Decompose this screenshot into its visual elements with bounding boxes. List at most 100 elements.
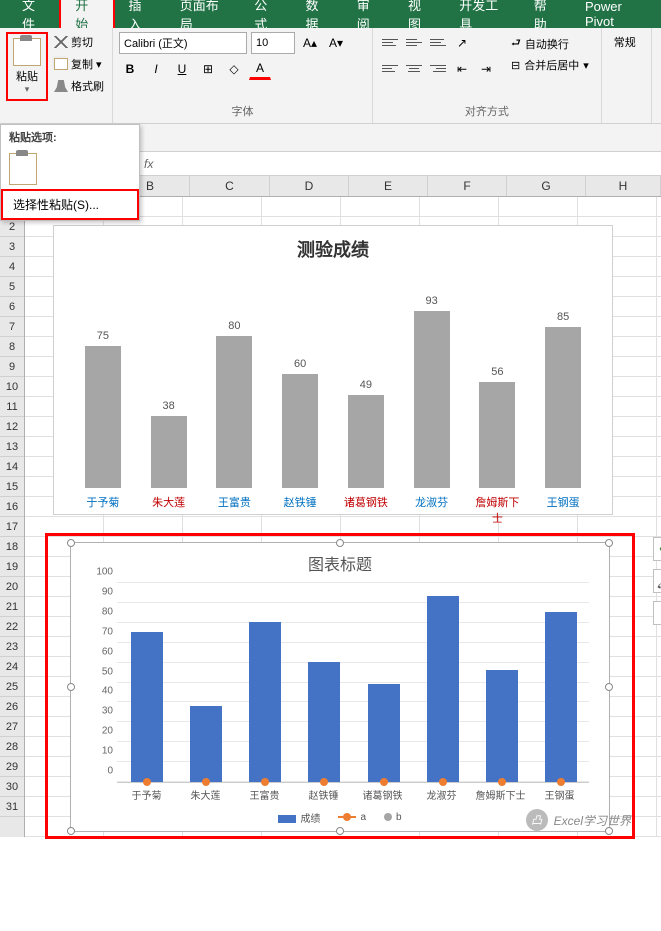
chart2-bar — [368, 684, 400, 782]
row-header[interactable]: 9 — [0, 357, 24, 377]
resize-handle[interactable] — [336, 539, 344, 547]
row-header[interactable]: 13 — [0, 437, 24, 457]
chart1-category-label: 王富贵 — [208, 494, 260, 526]
font-name-select[interactable] — [119, 32, 247, 54]
cell-grid[interactable]: 测验成绩 7538806049935685 于予菊朱大莲王富贵赵铁锤诸葛钢铁龙淑… — [25, 197, 661, 837]
align-middle-button[interactable] — [403, 32, 425, 52]
wrap-text-button[interactable]: ⮐ 自动换行 — [505, 32, 595, 55]
chart2-ytick: 20 — [85, 726, 113, 737]
column-header[interactable]: H — [586, 176, 661, 196]
row-header[interactable]: 28 — [0, 737, 24, 757]
row-header[interactable]: 29 — [0, 757, 24, 777]
row-header[interactable]: 20 — [0, 577, 24, 597]
row-header[interactable]: 17 — [0, 517, 24, 537]
chart2-marker-a — [380, 778, 388, 786]
paste-button[interactable]: 粘贴 ▾ — [6, 32, 48, 101]
column-header[interactable]: F — [428, 176, 507, 196]
row-header[interactable]: 11 — [0, 397, 24, 417]
chart2-title: 图表标题 — [71, 543, 609, 583]
paste-special-button[interactable]: 选择性粘贴(S)... — [1, 189, 139, 220]
align-right-button[interactable] — [427, 58, 449, 78]
align-bottom-button[interactable] — [427, 32, 449, 52]
copy-button[interactable]: 复制 ▾ — [52, 54, 106, 74]
row-header[interactable]: 16 — [0, 497, 24, 517]
chart2-ytick: 40 — [85, 686, 113, 697]
row-header[interactable]: 7 — [0, 317, 24, 337]
resize-handle[interactable] — [67, 683, 75, 691]
underline-button[interactable]: U — [171, 58, 193, 80]
orientation-button[interactable]: ↗ — [451, 32, 473, 54]
column-header[interactable]: C — [190, 176, 270, 196]
row-header[interactable]: 12 — [0, 417, 24, 437]
indent-increase-button[interactable]: ⇥ — [475, 58, 497, 80]
chart1-category-label: 王钢蛋 — [537, 494, 589, 526]
chart-title-selected[interactable]: 图表标题 0102030405060708090100 于予菊朱大莲王富贵赵铁锤… — [70, 542, 610, 832]
chart2-plot: 0102030405060708090100 — [117, 583, 589, 783]
border-button[interactable]: ⊞ — [197, 58, 219, 80]
row-header[interactable]: 26 — [0, 697, 24, 717]
row-header[interactable]: 30 — [0, 777, 24, 797]
resize-handle[interactable] — [605, 683, 613, 691]
chart-filter-button[interactable]: ▼ — [653, 601, 661, 625]
chart1-bar: 49 — [340, 379, 392, 488]
chart2-marker-a — [439, 778, 447, 786]
resize-handle[interactable] — [67, 539, 75, 547]
row-header[interactable]: 25 — [0, 677, 24, 697]
wechat-icon: 凸 — [526, 809, 548, 831]
row-header[interactable]: 18 — [0, 537, 24, 557]
font-size-select[interactable] — [251, 32, 295, 54]
column-header[interactable]: E — [349, 176, 428, 196]
row-header[interactable]: 14 — [0, 457, 24, 477]
worksheet: ABCDEFGH 1234567891011121314151617181920… — [0, 176, 661, 837]
resize-handle[interactable] — [605, 539, 613, 547]
legend-swatch-dot — [384, 813, 392, 821]
chart2-marker-a — [261, 778, 269, 786]
row-header[interactable]: 31 — [0, 797, 24, 817]
row-header[interactable]: 19 — [0, 557, 24, 577]
chart-add-element-button[interactable]: ✚ — [653, 537, 661, 561]
row-header[interactable]: 4 — [0, 257, 24, 277]
chart-test-scores[interactable]: 测验成绩 7538806049935685 于予菊朱大莲王富贵赵铁锤诸葛钢铁龙淑… — [53, 225, 613, 515]
increase-font-button[interactable]: A▴ — [299, 32, 321, 54]
row-header[interactable]: 22 — [0, 617, 24, 637]
italic-button[interactable]: I — [145, 58, 167, 80]
row-header[interactable]: 3 — [0, 237, 24, 257]
row-header[interactable]: 10 — [0, 377, 24, 397]
align-top-button[interactable] — [379, 32, 401, 52]
row-header[interactable]: 23 — [0, 637, 24, 657]
copy-icon — [54, 58, 68, 70]
row-header[interactable]: 24 — [0, 657, 24, 677]
resize-handle[interactable] — [336, 827, 344, 835]
chart2-ytick: 10 — [85, 746, 113, 757]
column-header[interactable]: G — [507, 176, 586, 196]
column-header[interactable]: D — [270, 176, 349, 196]
cut-button[interactable]: 剪切 — [52, 32, 106, 52]
bold-button[interactable]: B — [119, 58, 141, 80]
decrease-font-button[interactable]: A▾ — [325, 32, 347, 54]
row-header[interactable]: 6 — [0, 297, 24, 317]
number-format-select[interactable]: 常规 — [608, 32, 645, 52]
brush-icon — [54, 80, 68, 92]
font-group-label: 字体 — [119, 101, 366, 119]
chart-styles-button[interactable]: 🖌 — [653, 569, 661, 593]
legend-swatch-bar — [278, 815, 296, 823]
row-header[interactable]: 27 — [0, 717, 24, 737]
font-color-button[interactable]: A — [249, 58, 271, 80]
chart2-marker-a — [202, 778, 210, 786]
align-group: ↗ ⇤ ⇥ ⮐ 自动换行 ⊟ 合并后居中 ▾ 对齐方式 — [373, 28, 602, 123]
row-header[interactable]: 5 — [0, 277, 24, 297]
chart1-category-label: 于予菊 — [77, 494, 129, 526]
merge-center-button[interactable]: ⊟ 合并后居中 ▾ — [505, 55, 595, 75]
row-header[interactable]: 15 — [0, 477, 24, 497]
paste-option-icon[interactable] — [9, 153, 37, 185]
chart1-bar: 60 — [274, 358, 326, 488]
format-painter-button[interactable]: 格式刷 — [52, 76, 106, 96]
indent-decrease-button[interactable]: ⇤ — [451, 58, 473, 80]
chart1-category-label: 龙淑芬 — [406, 494, 458, 526]
align-center-button[interactable] — [403, 58, 425, 78]
resize-handle[interactable] — [67, 827, 75, 835]
fill-color-button[interactable]: ◇ — [223, 58, 245, 80]
row-header[interactable]: 21 — [0, 597, 24, 617]
row-header[interactable]: 8 — [0, 337, 24, 357]
align-left-button[interactable] — [379, 58, 401, 78]
